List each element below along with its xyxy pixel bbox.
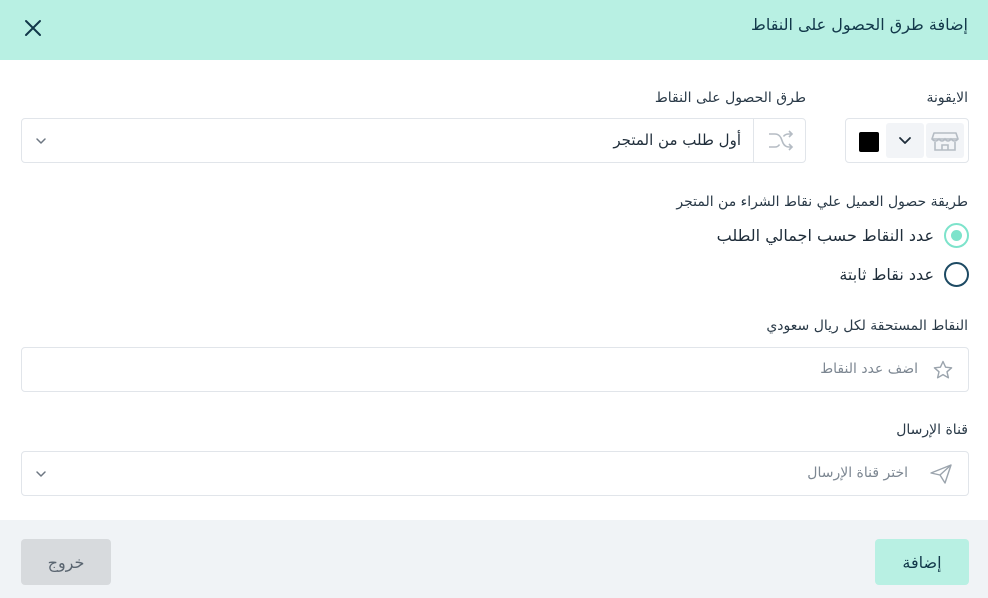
icon-picker-preview[interactable] [926,123,964,158]
radio-option-total[interactable]: عدد النقاط حسب اجمالي الطلب [717,223,969,248]
exit-button[interactable]: خروج [21,539,111,585]
points-input-placeholder: اضف عدد النقاط [820,361,918,377]
radio-option-label: عدد نقاط ثابتة [839,265,934,284]
points-input[interactable]: اضف عدد النقاط [21,347,969,392]
color-swatch[interactable] [859,132,879,152]
chevron-down-icon [36,471,46,477]
send-icon [930,464,952,484]
radio-option-label: عدد النقاط حسب اجمالي الطلب [716,226,934,245]
radio-option-fixed[interactable]: عدد نقاط ثابتة [839,262,969,287]
radio-button[interactable] [944,223,969,248]
dialog-header: إضافة طرق الحصول على النقاط [0,0,988,60]
star-icon [933,360,953,379]
share-icon [769,130,794,151]
method-icon-cell [753,119,805,162]
add-button[interactable]: إضافة [875,539,969,585]
chevron-down-icon [899,137,911,144]
points-field-label: النقاط المستحقة لكل ريال سعودي [766,318,968,334]
channel-field-label: قناة الإرسال [896,422,968,438]
dialog-title: إضافة طرق الحصول على النقاط [751,15,968,34]
method-select[interactable]: أول طلب من المتجر [21,118,806,163]
icon-picker[interactable] [845,118,969,163]
radio-button[interactable] [944,262,969,287]
close-icon[interactable] [22,17,44,39]
store-icon [931,132,959,151]
icon-field-label: الايقونة [926,90,969,106]
chevron-down-icon [36,138,46,144]
method-select-value: أول طلب من المتجر [613,131,741,149]
channel-select[interactable]: اختر قناة الإرسال [21,451,969,496]
method-field-label: طرق الحصول على النقاط [654,90,806,106]
channel-select-placeholder: اختر قناة الإرسال [807,465,908,481]
calc-method-label: طريقة حصول العميل علي نقاط الشراء من الم… [676,194,968,210]
dialog-footer: إضافة خروج [0,520,988,598]
icon-picker-dropdown[interactable] [886,123,924,158]
